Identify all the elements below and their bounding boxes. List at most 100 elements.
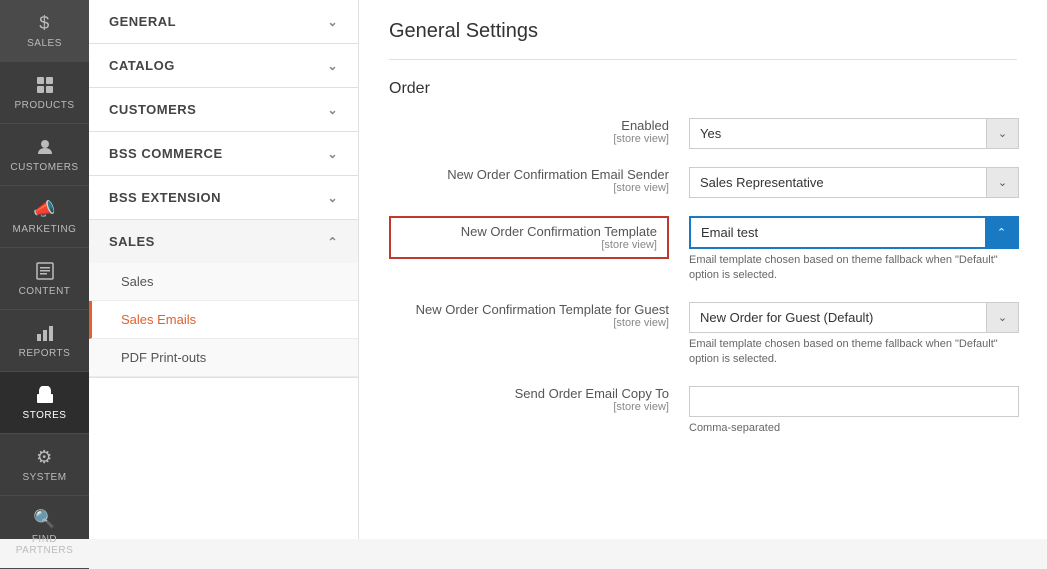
nav-section-sales: SALES ⌃ Sales Sales Emails PDF Print-out… bbox=[89, 220, 358, 378]
section-heading: Order bbox=[389, 80, 1017, 98]
select-arrow-enabled[interactable]: ⌄ bbox=[986, 119, 1018, 148]
nav-sub-item-sales-emails[interactable]: Sales Emails bbox=[89, 301, 358, 339]
form-row-email-sender: New Order Confirmation Email Sender [sto… bbox=[389, 167, 1017, 198]
field-store-view-email-copy: [store view] bbox=[389, 401, 669, 413]
sidebar-item-find-partners[interactable]: 🔍 FIND PARTNERS bbox=[0, 496, 89, 569]
field-label-enabled: Enabled bbox=[389, 118, 669, 133]
customers-icon bbox=[34, 136, 56, 158]
select-value-order-template: Email test bbox=[691, 218, 985, 247]
form-label-col-order-template: New Order Confirmation Template [store v… bbox=[389, 216, 689, 259]
sidebar-item-label: PRODUCTS bbox=[14, 100, 74, 111]
nav-section-label: CATALOG bbox=[109, 58, 175, 73]
form-label-col-guest-template: New Order Confirmation Template for Gues… bbox=[389, 302, 689, 329]
marketing-icon: 📣 bbox=[34, 198, 56, 220]
form-label-col-email-copy: Send Order Email Copy To [store view] bbox=[389, 386, 689, 413]
form-row-guest-template: New Order Confirmation Template for Gues… bbox=[389, 302, 1017, 368]
main-content: General Settings Order Enabled [store vi… bbox=[359, 0, 1047, 539]
sidebar-item-stores[interactable]: STORES bbox=[0, 372, 89, 434]
section-divider bbox=[389, 59, 1017, 60]
nav-section-header-general[interactable]: GENERAL ⌄ bbox=[89, 0, 358, 43]
sidebar-item-label: CUSTOMERS bbox=[10, 162, 78, 173]
select-wrapper-guest-template[interactable]: New Order for Guest (Default) ⌄ bbox=[689, 302, 1019, 333]
chevron-down-icon: ⌄ bbox=[327, 15, 338, 29]
form-control-order-template: Email test ⌃ Email template chosen based… bbox=[689, 216, 1019, 284]
nav-section-label: BSS EXTENSION bbox=[109, 190, 221, 205]
hint-order-template: Email template chosen based on theme fal… bbox=[689, 253, 1019, 284]
chevron-down-icon: ⌄ bbox=[327, 59, 338, 73]
form-label-col-email-sender: New Order Confirmation Email Sender [sto… bbox=[389, 167, 689, 194]
field-store-view-guest-template: [store view] bbox=[389, 317, 669, 329]
nav-section-header-bss-commerce[interactable]: BSS COMMERCE ⌄ bbox=[89, 132, 358, 175]
select-arrow-order-template[interactable]: ⌃ bbox=[985, 218, 1017, 247]
page-title: General Settings bbox=[389, 20, 1017, 43]
nav-section-bss-extension: BSS EXTENSION ⌄ bbox=[89, 176, 358, 220]
sidebar-item-content[interactable]: CONTENT bbox=[0, 248, 89, 310]
chevron-down-icon: ⌄ bbox=[327, 147, 338, 161]
sidebar-item-products[interactable]: PRODUCTS bbox=[0, 62, 89, 124]
nav-section-bss-commerce: BSS COMMERCE ⌄ bbox=[89, 132, 358, 176]
nav-section-label: GENERAL bbox=[109, 14, 176, 29]
select-wrapper-order-template[interactable]: Email test ⌃ bbox=[689, 216, 1019, 249]
select-value-email-sender: Sales Representative bbox=[690, 168, 986, 197]
select-value-enabled: Yes bbox=[690, 119, 986, 148]
reports-icon bbox=[34, 322, 56, 344]
chevron-down-icon: ⌄ bbox=[327, 191, 338, 205]
select-arrow-guest-template[interactable]: ⌄ bbox=[986, 303, 1018, 332]
sidebar-item-marketing[interactable]: 📣 MARKETING bbox=[0, 186, 89, 248]
field-store-view-enabled: [store view] bbox=[389, 133, 669, 145]
field-store-view-email-sender: [store view] bbox=[389, 182, 669, 194]
nav-sub-item-pdf-printouts[interactable]: PDF Print-outs bbox=[89, 339, 358, 377]
stores-icon bbox=[34, 384, 56, 406]
sidebar-item-reports[interactable]: REPORTS bbox=[0, 310, 89, 372]
hint-email-copy: Comma-separated bbox=[689, 421, 1019, 436]
sidebar-item-label: SALES bbox=[27, 38, 62, 49]
nav-section-header-bss-extension[interactable]: BSS EXTENSION ⌄ bbox=[89, 176, 358, 219]
find-partners-icon: 🔍 bbox=[34, 508, 56, 530]
form-control-email-sender: Sales Representative ⌄ bbox=[689, 167, 1019, 198]
chevron-down-icon: ⌄ bbox=[327, 103, 338, 117]
sidebar-item-label: SYSTEM bbox=[22, 472, 66, 483]
content-icon bbox=[34, 260, 56, 282]
label-highlighted-order-template: New Order Confirmation Template [store v… bbox=[389, 216, 669, 259]
nav-section-general: GENERAL ⌄ bbox=[89, 0, 358, 44]
field-label-email-copy: Send Order Email Copy To bbox=[389, 386, 669, 401]
system-icon: ⚙ bbox=[34, 446, 56, 468]
sidebar-item-label: MARKETING bbox=[13, 224, 77, 235]
nav-section-label: SALES bbox=[109, 234, 155, 249]
sales-icon: $ bbox=[34, 12, 56, 34]
sidebar-item-label: CONTENT bbox=[19, 286, 71, 297]
field-store-view-order-template: [store view] bbox=[401, 239, 657, 251]
nav-section-customers: CUSTOMERS ⌄ bbox=[89, 88, 358, 132]
sidebar-item-label: FIND PARTNERS bbox=[5, 534, 84, 556]
field-label-order-template: New Order Confirmation Template bbox=[401, 224, 657, 239]
products-icon bbox=[34, 74, 56, 96]
text-input-email-copy[interactable] bbox=[690, 387, 1018, 416]
form-control-guest-template: New Order for Guest (Default) ⌄ Email te… bbox=[689, 302, 1019, 368]
field-label-guest-template: New Order Confirmation Template for Gues… bbox=[389, 302, 669, 317]
nav-sub-items-sales: Sales Sales Emails PDF Print-outs bbox=[89, 263, 358, 377]
sidebar-item-label: REPORTS bbox=[19, 348, 71, 359]
text-wrapper-email-copy[interactable] bbox=[689, 386, 1019, 417]
select-wrapper-email-sender[interactable]: Sales Representative ⌄ bbox=[689, 167, 1019, 198]
hint-guest-template: Email template chosen based on theme fal… bbox=[689, 337, 1019, 368]
sidebar-item-customers[interactable]: CUSTOMERS bbox=[0, 124, 89, 186]
sidebar-item-system[interactable]: ⚙ SYSTEM bbox=[0, 434, 89, 496]
nav-section-catalog: CATALOG ⌄ bbox=[89, 44, 358, 88]
form-row-email-copy: Send Order Email Copy To [store view] Co… bbox=[389, 386, 1017, 436]
sidebar-item-sales[interactable]: $ SALES bbox=[0, 0, 89, 62]
nav-section-header-catalog[interactable]: CATALOG ⌄ bbox=[89, 44, 358, 87]
form-label-col-enabled: Enabled [store view] bbox=[389, 118, 689, 145]
form-control-enabled: Yes ⌄ bbox=[689, 118, 1019, 149]
select-arrow-email-sender[interactable]: ⌄ bbox=[986, 168, 1018, 197]
sidebar-icons: $ SALES PRODUCTS CUSTOMERS 📣 MARKETING C… bbox=[0, 0, 89, 539]
nav-section-header-customers[interactable]: CUSTOMERS ⌄ bbox=[89, 88, 358, 131]
nav-panel: GENERAL ⌄ CATALOG ⌄ CUSTOMERS ⌄ BSS COMM… bbox=[89, 0, 359, 539]
form-row-enabled: Enabled [store view] Yes ⌄ bbox=[389, 118, 1017, 149]
form-row-order-template: New Order Confirmation Template [store v… bbox=[389, 216, 1017, 284]
nav-sub-item-sales[interactable]: Sales bbox=[89, 263, 358, 301]
select-wrapper-enabled[interactable]: Yes ⌄ bbox=[689, 118, 1019, 149]
nav-section-label: BSS COMMERCE bbox=[109, 146, 223, 161]
nav-section-label: CUSTOMERS bbox=[109, 102, 196, 117]
nav-section-header-sales[interactable]: SALES ⌃ bbox=[89, 220, 358, 263]
chevron-up-icon: ⌃ bbox=[327, 235, 338, 249]
